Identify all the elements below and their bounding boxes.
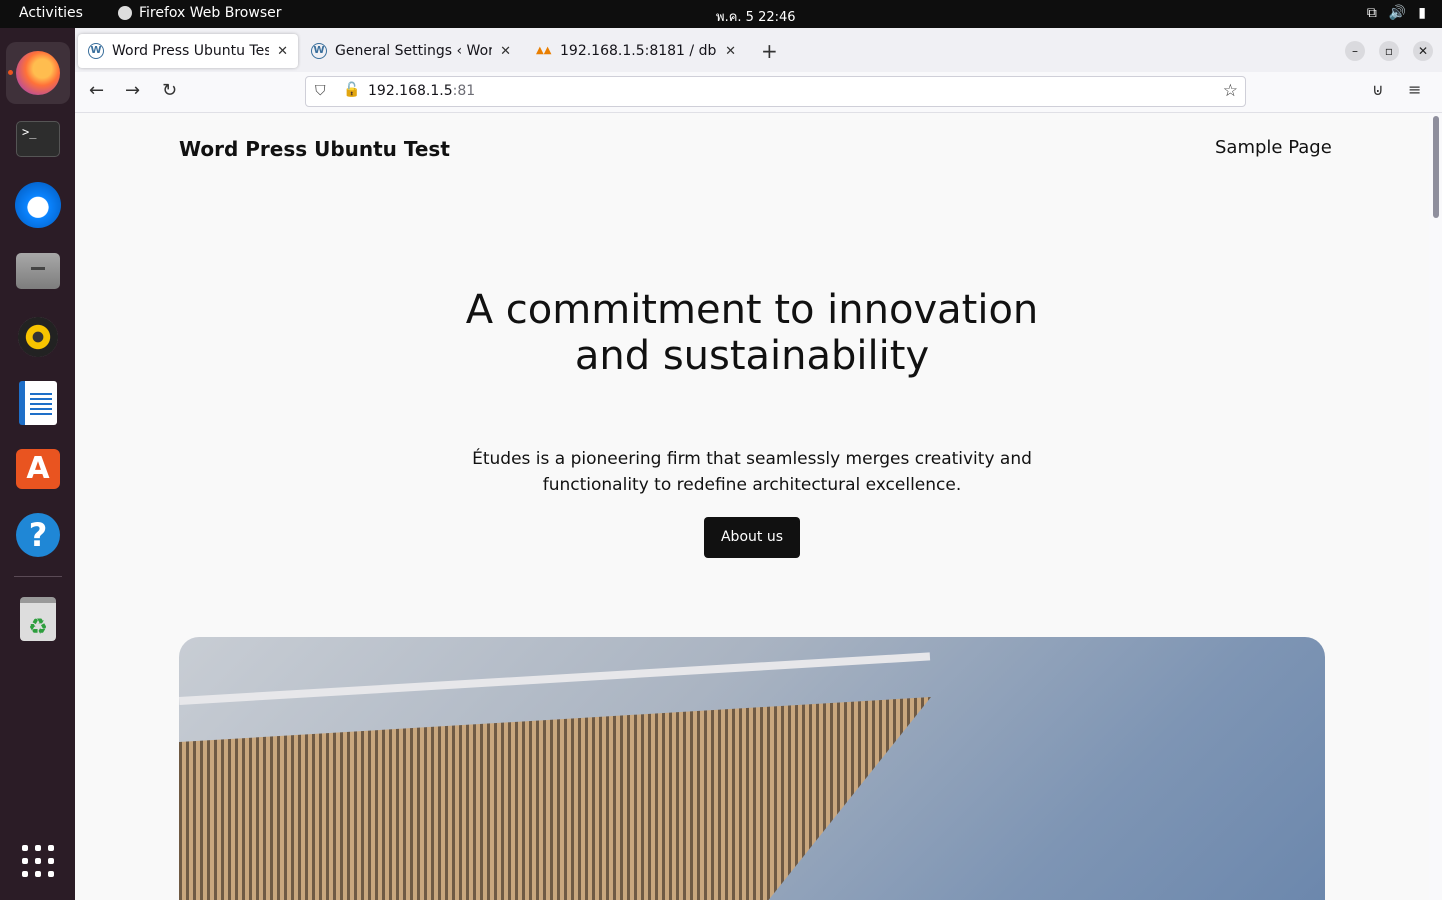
tracking-protection-icon[interactable]: ⛉ <box>315 83 326 99</box>
dock-terminal[interactable]: >_ <box>6 108 70 170</box>
wordpress-icon: W <box>311 43 327 59</box>
page-viewport: Word Press Ubuntu Test Sample Page A com… <box>75 113 1429 900</box>
app-menu[interactable]: Firefox Web Browser <box>118 5 282 21</box>
tab-wordpress-home[interactable]: W Word Press Ubuntu Test ✕ <box>78 34 298 68</box>
dock-files[interactable] <box>6 240 70 302</box>
page-scrollbar[interactable] <box>1433 116 1439 218</box>
firefox-icon <box>16 51 60 95</box>
site-title[interactable]: Word Press Ubuntu Test <box>179 137 450 161</box>
url-host: 192.168.1.5 <box>368 83 453 99</box>
thunderbird-icon <box>15 182 61 228</box>
phpmyadmin-icon: ▲▲ <box>536 45 552 56</box>
close-tab-icon[interactable]: ✕ <box>277 44 288 59</box>
hero-image <box>179 637 1325 900</box>
back-button[interactable]: ← <box>89 80 104 101</box>
app-center-icon: A <box>16 449 60 489</box>
volume-icon: 🔊 <box>1388 5 1407 21</box>
network-icon: ⧉ <box>1366 5 1377 21</box>
close-tab-icon[interactable]: ✕ <box>725 44 736 59</box>
minimize-button[interactable]: – <box>1345 41 1365 61</box>
firefox-small-icon <box>118 6 132 20</box>
battery-icon: ▮ <box>1418 5 1426 21</box>
maximize-button[interactable]: ▫ <box>1379 41 1399 61</box>
url-port: :81 <box>452 83 476 99</box>
close-tab-icon[interactable]: ✕ <box>500 44 511 59</box>
libreoffice-writer-icon <box>19 381 57 425</box>
system-top-bar: Activities Firefox Web Browser พ.ค. 5 22… <box>0 0 1442 28</box>
system-tray[interactable]: ⧉ 🔊 ▮ <box>1367 5 1426 21</box>
close-window-button[interactable]: ✕ <box>1413 41 1433 61</box>
app-name-label: Firefox Web Browser <box>139 5 282 21</box>
tab-label: Word Press Ubuntu Test <box>112 43 270 59</box>
hero-heading: A commitment to innovation and sustainab… <box>465 287 1039 379</box>
url-text[interactable]: 192.168.1.5:81 <box>368 83 475 99</box>
nav-sample-page[interactable]: Sample Page <box>1215 137 1332 158</box>
dock-firefox[interactable] <box>6 42 70 104</box>
tab-general-settings[interactable]: W General Settings ‹ Word Press Ubuntu T… <box>301 34 521 68</box>
clock[interactable]: พ.ค. 5 22:46 <box>716 6 796 27</box>
bookmark-star-icon[interactable]: ☆ <box>1223 81 1238 101</box>
insecure-lock-icon[interactable]: 🔓 <box>343 82 360 98</box>
tab-phpmyadmin[interactable]: ▲▲ 192.168.1.5:8181 / db / ex ✕ <box>526 34 746 68</box>
tab-strip: W Word Press Ubuntu Test ✕ W General Set… <box>75 28 1442 72</box>
dock-thunderbird[interactable] <box>6 174 70 236</box>
tab-label: General Settings ‹ Word Press Ubuntu Tes… <box>335 43 493 59</box>
dock-writer[interactable] <box>6 372 70 434</box>
files-icon <box>16 253 60 289</box>
dock-help[interactable]: ? <box>6 504 70 566</box>
terminal-icon: >_ <box>16 121 60 157</box>
dock-trash[interactable]: ♻ <box>6 588 70 650</box>
trash-icon: ♻ <box>20 597 56 641</box>
roof-edge <box>179 652 931 705</box>
building-roof <box>179 697 931 900</box>
help-icon: ? <box>16 513 60 557</box>
activities-button[interactable]: Activities <box>19 5 83 21</box>
firefox-window: W Word Press Ubuntu Test ✕ W General Set… <box>75 28 1442 900</box>
tab-label: 192.168.1.5:8181 / db / ex <box>560 43 717 59</box>
hero-subtitle: Études is a pioneering firm that seamles… <box>472 449 1032 495</box>
wordpress-icon: W <box>88 43 104 59</box>
rhythmbox-icon <box>18 317 58 357</box>
navigation-toolbar: ← → ↻ ⛉ 🔓 192.168.1.5:81 ☆ ⊍ ≡ <box>75 72 1442 113</box>
reload-button[interactable]: ↻ <box>162 80 177 101</box>
show-apps-button[interactable] <box>6 830 70 892</box>
pocket-icon[interactable]: ⊍ <box>1372 80 1384 99</box>
dock-separator <box>14 576 62 577</box>
menu-hamburger-icon[interactable]: ≡ <box>1408 80 1421 99</box>
url-bar[interactable]: ⛉ 🔓 192.168.1.5:81 ☆ <box>305 76 1246 107</box>
dock-rhythmbox[interactable] <box>6 306 70 368</box>
running-indicator <box>8 70 13 75</box>
dock-app-center[interactable]: A <box>6 438 70 500</box>
new-tab-button[interactable]: + <box>761 39 778 63</box>
dock: >_ A ? ♻ <box>0 28 75 900</box>
show-apps-icon <box>22 845 54 877</box>
about-us-button[interactable]: About us <box>704 517 800 558</box>
forward-button[interactable]: → <box>125 80 140 101</box>
